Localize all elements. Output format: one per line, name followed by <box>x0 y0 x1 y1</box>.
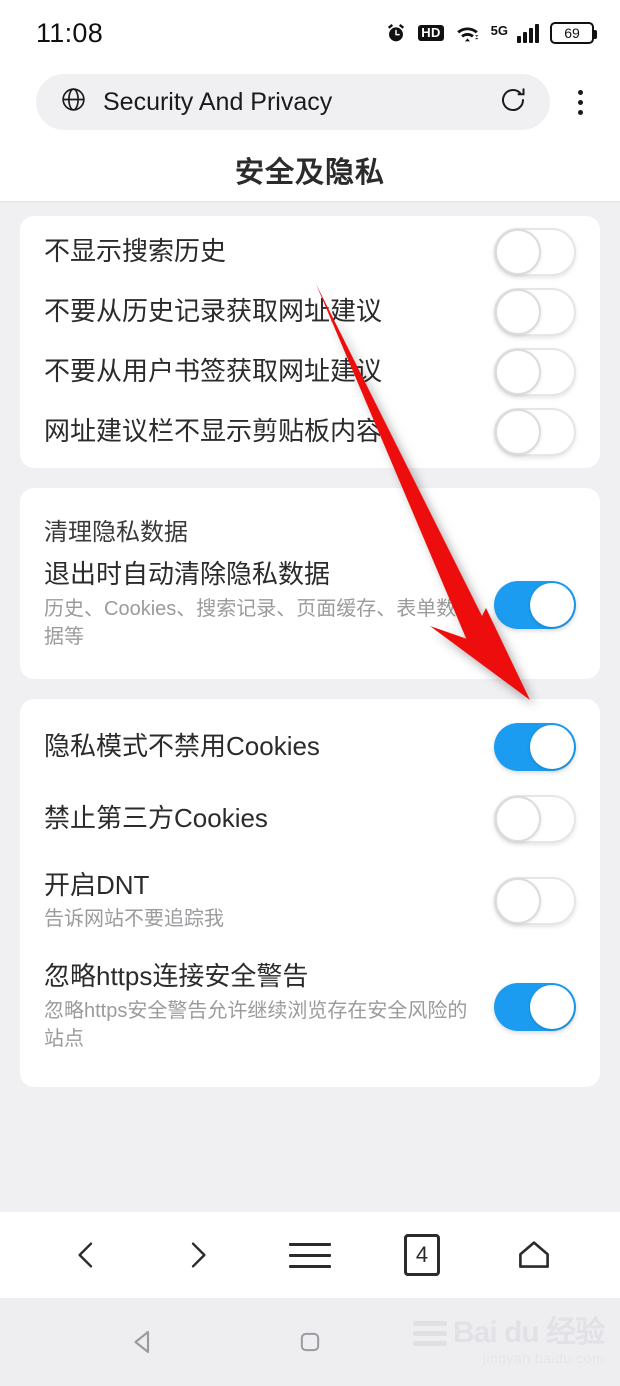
status-bar: 11:08 HD 5G 69 <box>0 0 620 66</box>
row-title: 网址建议栏不显示剪贴板内容 <box>44 416 383 447</box>
square-home-icon[interactable] <box>280 1312 340 1372</box>
wifi-icon <box>455 23 480 44</box>
network-type-label: 5G <box>490 23 508 38</box>
row-title: 不显示搜索历史 <box>44 236 227 267</box>
toggle-block-third-party-cookies[interactable] <box>494 795 576 843</box>
toggle-enable-dnt[interactable] <box>494 877 576 925</box>
toggle-knob <box>495 878 541 924</box>
toggle-auto-clear-on-exit[interactable] <box>494 581 576 629</box>
battery-icon: 69 <box>550 22 597 44</box>
row-subtitle: 告诉网站不要追踪我 <box>44 907 224 930</box>
home-icon[interactable] <box>499 1220 569 1290</box>
clear-private-data-card: 清理隐私数据 退出时自动清除隐私数据 历史、Cookies、搜索记录、页面缓存、… <box>20 488 600 679</box>
toggle-knob <box>530 985 574 1029</box>
status-icons: HD 5G 69 <box>385 22 597 44</box>
search-suggestion-card: 不显示搜索历史 不要从历史记录获取网址建议 不要从用户书签获取网址建议 网址建议… <box>20 216 600 468</box>
row-subtitle: 历史、Cookies、搜索记录、页面缓存、表单数据等 <box>44 597 457 649</box>
row-title: 忽略https连接安全警告 <box>44 961 309 992</box>
android-nav-bar: Bai du 经验 jingyan.baidu.com <box>0 1298 620 1386</box>
toggle-incognito-allow-cookies[interactable] <box>494 723 576 771</box>
setting-row-enable-dnt[interactable]: 开启DNT 告诉网站不要追踪我 <box>44 855 576 947</box>
chevron-right-icon[interactable] <box>163 1220 233 1290</box>
row-labels: 开启DNT 告诉网站不要追踪我 <box>44 869 478 934</box>
battery-level: 69 <box>564 25 580 41</box>
cookies-security-card: 隐私模式不禁用Cookies 禁止第三方Cookies 开启DNT 告诉网站不要… <box>20 699 600 1087</box>
row-title: 隐私模式不禁用Cookies <box>44 731 320 762</box>
row-labels: 不要从用户书签获取网址建议 <box>44 355 478 388</box>
browser-bottom-toolbar: 4 <box>0 1212 620 1298</box>
row-subtitle: 忽略https安全警告允许继续浏览存在安全风险的站点 <box>44 999 468 1051</box>
setting-row-no-search-history[interactable]: 不显示搜索历史 <box>44 222 576 282</box>
triangle-back-icon[interactable] <box>113 1312 173 1372</box>
section-header-clear-private-data: 清理隐私数据 <box>44 519 188 546</box>
toggle-knob <box>495 349 541 395</box>
phone-screen: 11:08 HD 5G 69 Security And Privacy 安全及隐… <box>0 0 620 1386</box>
toggle-ignore-https-warning[interactable] <box>494 983 576 1031</box>
toggle-knob <box>495 796 541 842</box>
row-title: 退出时自动清除隐私数据 <box>44 559 331 590</box>
settings-list: 不显示搜索历史 不要从历史记录获取网址建议 不要从用户书签获取网址建议 网址建议… <box>0 202 620 1212</box>
signal-bars-icon <box>517 23 539 43</box>
status-time: 11:08 <box>36 17 104 48</box>
row-title: 禁止第三方Cookies <box>44 803 268 834</box>
page-title: 安全及隐私 <box>234 156 385 189</box>
toggle-no-search-history[interactable] <box>494 228 576 276</box>
row-labels: 网址建议栏不显示剪贴板内容 <box>44 415 478 448</box>
hamburger-menu-icon[interactable] <box>275 1220 345 1290</box>
setting-row-incognito-allow-cookies[interactable]: 隐私模式不禁用Cookies <box>44 711 576 783</box>
setting-row-auto-clear-on-exit[interactable]: 退出时自动清除隐私数据 历史、Cookies、搜索记录、页面缓存、表单数据等 <box>44 553 576 657</box>
setting-row-no-clipboard-in-suggestions[interactable]: 网址建议栏不显示剪贴板内容 <box>44 402 576 462</box>
row-title: 不要从历史记录获取网址建议 <box>44 296 383 327</box>
row-labels: 忽略https连接安全警告 忽略https安全警告允许继续浏览存在安全风险的站点 <box>44 960 474 1053</box>
row-labels: 不要从历史记录获取网址建议 <box>44 295 478 328</box>
toggle-knob <box>495 409 541 455</box>
alarm-clock-icon <box>385 22 407 44</box>
row-labels: 退出时自动清除隐私数据 历史、Cookies、搜索记录、页面缓存、表单数据等 <box>44 558 474 651</box>
toggle-knob <box>495 229 541 275</box>
refresh-icon[interactable] <box>498 85 528 120</box>
toggle-no-history-suggestions[interactable] <box>494 288 576 336</box>
url-input[interactable]: Security And Privacy <box>36 74 550 130</box>
url-title: Security And Privacy <box>103 87 333 116</box>
setting-row-ignore-https-warning[interactable]: 忽略https连接安全警告 忽略https安全警告允许继续浏览存在安全风险的站点 <box>44 947 576 1067</box>
chevron-left-icon[interactable] <box>51 1220 121 1290</box>
row-title: 开启DNT <box>44 869 150 900</box>
toggle-knob <box>530 725 574 769</box>
watermark-brand-row: Bai du 经验 <box>412 1318 605 1348</box>
baidu-jingyan-watermark: Bai du 经验 jingyan.baidu.com <box>412 1318 605 1366</box>
setting-row-block-third-party-cookies[interactable]: 禁止第三方Cookies <box>44 783 576 855</box>
tab-count-label: 4 <box>404 1234 440 1276</box>
hd-icon: HD <box>418 24 444 42</box>
watermark-lines-icon <box>412 1320 447 1346</box>
globe-icon <box>60 86 87 118</box>
toggle-knob <box>530 583 574 627</box>
browser-address-bar: Security And Privacy <box>0 66 620 138</box>
row-labels: 禁止第三方Cookies <box>44 802 478 835</box>
row-title: 不要从用户书签获取网址建议 <box>44 356 383 387</box>
page-title-bar: 安全及隐私 <box>0 138 620 202</box>
toggle-no-clipboard-in-suggestions[interactable] <box>494 408 576 456</box>
tab-count-button[interactable]: 4 <box>387 1220 457 1290</box>
hamburger-lines <box>289 1242 331 1268</box>
row-labels: 隐私模式不禁用Cookies <box>44 730 478 763</box>
more-vertical-icon[interactable] <box>556 74 604 130</box>
setting-row-no-bookmark-suggestions[interactable]: 不要从用户书签获取网址建议 <box>44 342 576 402</box>
setting-row-no-history-suggestions[interactable]: 不要从历史记录获取网址建议 <box>44 282 576 342</box>
toggle-no-bookmark-suggestions[interactable] <box>494 348 576 396</box>
toggle-knob <box>495 289 541 335</box>
row-labels: 不显示搜索历史 <box>44 235 478 268</box>
